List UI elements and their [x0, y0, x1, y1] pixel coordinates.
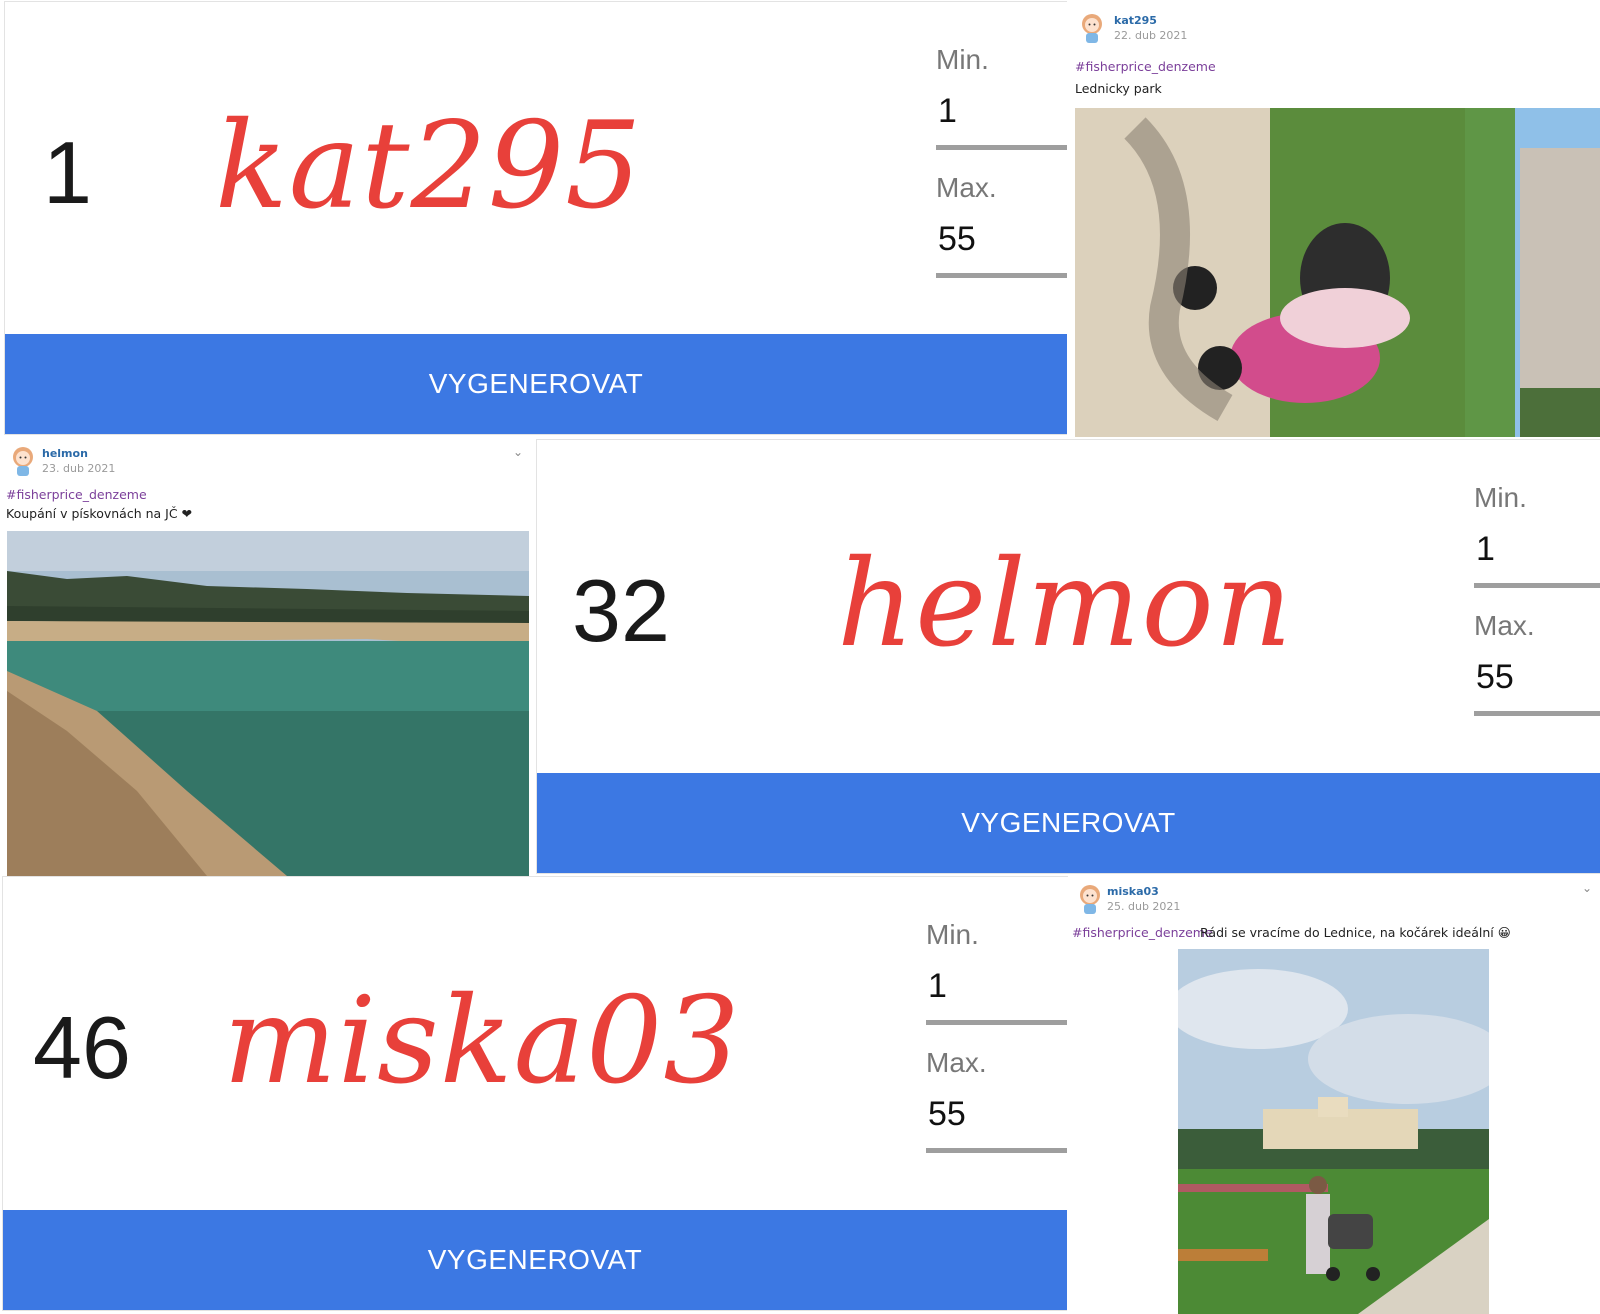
- min-input[interactable]: 1: [938, 92, 957, 131]
- winner-name: miska03: [223, 972, 741, 1111]
- post-date: 23. dub 2021: [42, 462, 116, 475]
- max-input[interactable]: 55: [938, 220, 976, 259]
- post-photo[interactable]: [7, 531, 529, 876]
- max-input[interactable]: 55: [1476, 658, 1514, 697]
- post-photo[interactable]: [1178, 949, 1489, 1314]
- generated-number: 1: [43, 123, 92, 222]
- post-username[interactable]: kat295: [1114, 14, 1157, 27]
- min-input-underline: [926, 1020, 1067, 1025]
- post-text: Rádi se vracíme do Lednice, na kočárek i…: [1200, 925, 1511, 940]
- post-hashtag[interactable]: #fisherprice_denzeme: [1072, 925, 1213, 940]
- chevron-down-icon[interactable]: ⌄: [1582, 881, 1592, 895]
- post-card-3: miska03 25. dub 2021 ⌄ #fisherprice_denz…: [1067, 877, 1600, 1314]
- max-input[interactable]: 55: [928, 1095, 966, 1134]
- max-input-underline: [1474, 711, 1600, 716]
- post-card-1: kat295 22. dub 2021 #fisherprice_denzeme…: [1067, 0, 1600, 437]
- max-label: Max.: [926, 1047, 987, 1078]
- avatar-icon: [1080, 885, 1100, 914]
- post-username[interactable]: miska03: [1107, 885, 1159, 898]
- max-input-underline: [936, 273, 1067, 278]
- post-text: Lednicky park: [1075, 81, 1162, 96]
- generator-panel-1: 1 kat295 Min. 1 Max. 55 VYGENEROVAT: [5, 2, 1067, 434]
- avatar-icon: [13, 447, 33, 476]
- post-date: 25. dub 2021: [1107, 900, 1181, 913]
- min-input-underline: [1474, 583, 1600, 588]
- min-input[interactable]: 1: [1476, 530, 1495, 569]
- chevron-down-icon[interactable]: ⌄: [513, 445, 523, 459]
- avatar-icon: [1082, 14, 1102, 43]
- max-input-underline: [926, 1148, 1067, 1153]
- generated-number: 32: [572, 561, 670, 660]
- generate-button[interactable]: VYGENEROVAT: [3, 1210, 1067, 1310]
- generated-number: 46: [33, 998, 131, 1097]
- post-text: Koupání v pískovnách na JČ ❤: [6, 506, 193, 521]
- max-label: Max.: [936, 172, 997, 203]
- generate-button[interactable]: VYGENEROVAT: [537, 773, 1600, 873]
- post-date: 22. dub 2021: [1114, 29, 1188, 42]
- post-hashtag[interactable]: #fisherprice_denzeme: [1075, 59, 1216, 74]
- generator-panel-2: 32 helmon Min. 1 Max. 55 VYGENEROVAT: [537, 440, 1600, 873]
- max-label: Max.: [1474, 610, 1535, 641]
- post-card-2: helmon 23. dub 2021 ⌄ #fisherprice_denze…: [0, 437, 533, 877]
- winner-name: helmon: [837, 535, 1293, 674]
- min-input[interactable]: 1: [928, 967, 947, 1006]
- generate-button[interactable]: VYGENEROVAT: [5, 334, 1067, 434]
- generator-panel-3: 46 miska03 Min. 1 Max. 55 VYGENEROVAT: [3, 877, 1067, 1310]
- winner-name: kat295: [215, 97, 643, 236]
- post-hashtag[interactable]: #fisherprice_denzeme: [6, 487, 147, 502]
- min-label: Min.: [936, 44, 989, 75]
- min-label: Min.: [1474, 482, 1527, 513]
- min-label: Min.: [926, 919, 979, 950]
- post-photo[interactable]: [1075, 108, 1600, 437]
- min-input-underline: [936, 145, 1067, 150]
- post-username[interactable]: helmon: [42, 447, 88, 460]
